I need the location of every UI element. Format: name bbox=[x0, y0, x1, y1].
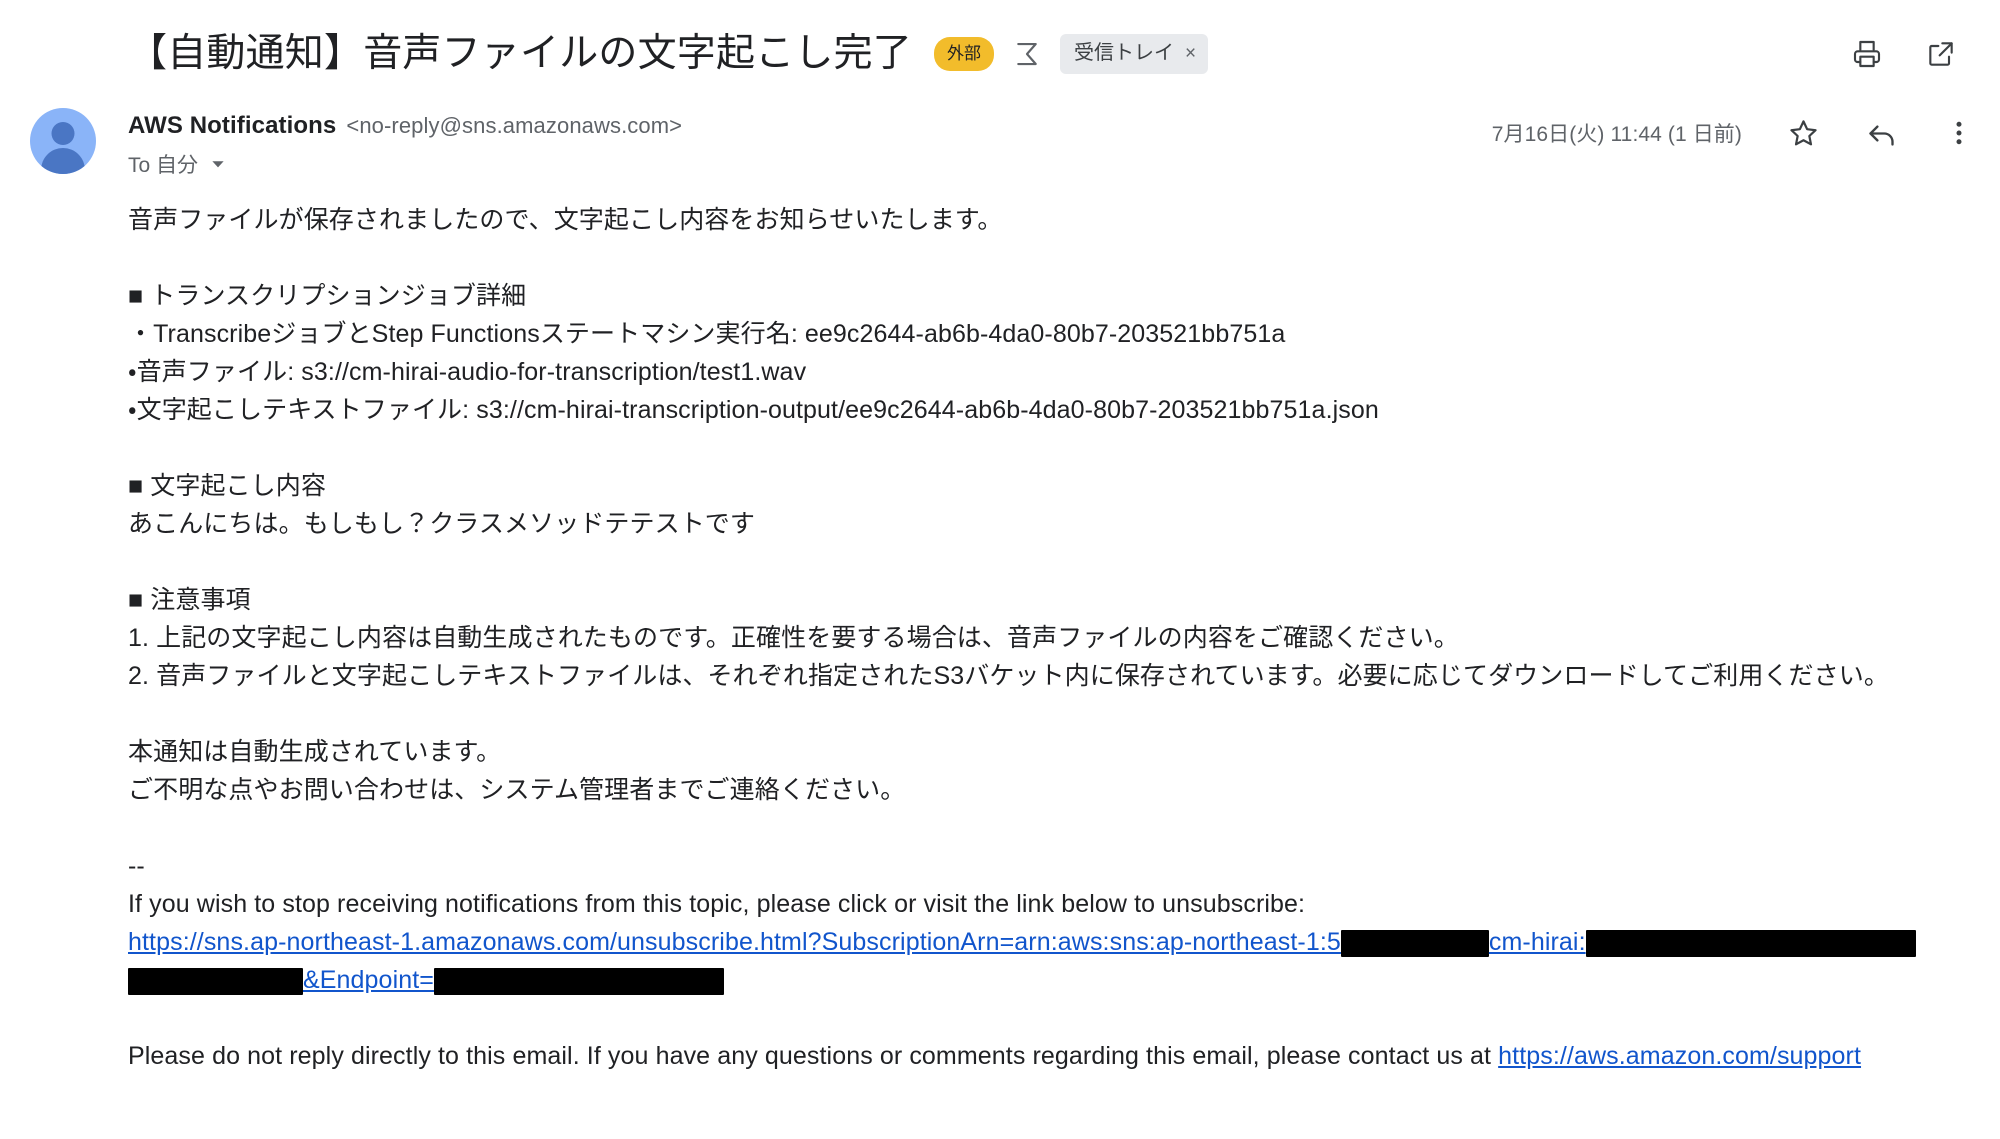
label-chip-inbox[interactable]: 受信トレイ × bbox=[1060, 34, 1209, 74]
reply-icon[interactable] bbox=[1864, 116, 1898, 150]
message-header: AWS Notifications <no-reply@sns.amazonaw… bbox=[0, 92, 2000, 179]
unsubscribe-intro: If you wish to stop receiving notificati… bbox=[128, 890, 1306, 918]
subject-row: 【自動通知】音声ファイルの文字起こし完了 外部 受信トレイ × bbox=[0, 0, 2000, 92]
recipient-label: To 自分 bbox=[128, 154, 199, 177]
redaction-bar bbox=[433, 967, 724, 995]
message-body-text: 音声ファイルが保存されましたので、文字起こし内容をお知らせいたします。 ■ トラ… bbox=[128, 201, 1976, 1075]
section-title-job: ■ トランスクリプションジョブ詳細 bbox=[128, 282, 527, 310]
redaction-bar bbox=[1585, 929, 1916, 957]
redaction-bar bbox=[1340, 929, 1489, 957]
sender-email: <no-reply@sns.amazonaws.com> bbox=[346, 113, 683, 138]
note-item-2: 2. 音声ファイルと文字起こしテキストファイルは、それぞれ指定されたS3バケット… bbox=[128, 662, 1889, 690]
sigma-thread-icon bbox=[1012, 39, 1042, 69]
unsubscribe-link-part3[interactable]: &Endpoint= bbox=[303, 966, 434, 994]
section-title-notes: ■ 注意事項 bbox=[128, 586, 251, 614]
support-link[interactable]: https://aws.amazon.com/support bbox=[1498, 1042, 1861, 1070]
label-chip-text: 受信トレイ bbox=[1074, 42, 1175, 64]
subject-actions bbox=[1850, 37, 1976, 71]
signature-separator: -- bbox=[128, 852, 145, 880]
external-badge: 外部 bbox=[934, 37, 995, 71]
chevron-down-icon[interactable] bbox=[209, 155, 227, 173]
sender-name[interactable]: AWS Notifications bbox=[128, 112, 336, 140]
print-icon[interactable] bbox=[1850, 37, 1884, 71]
recipient-line[interactable]: To 自分 bbox=[128, 149, 1492, 179]
contact-support-text: Please do not reply directly to this ema… bbox=[128, 1042, 1499, 1070]
timestamp: 7月16日(火) 11:44 (1 日前) bbox=[1491, 123, 1742, 146]
message-meta-actions: 7月16日(火) 11:44 (1 日前) bbox=[1492, 106, 1976, 150]
avatar bbox=[30, 108, 96, 174]
unsubscribe-link-part2[interactable]: cm-hirai: bbox=[1489, 928, 1586, 956]
unsubscribe-link-part1[interactable]: https://sns.ap-northeast-1.amazonaws.com… bbox=[128, 928, 1341, 956]
avatar-head bbox=[51, 122, 75, 145]
job-line-audio-file: ・音声ファイル: s3://cm-hirai-audio-for-transcr… bbox=[128, 358, 807, 386]
sender-block: AWS Notifications <no-reply@sns.amazonaw… bbox=[128, 106, 1492, 179]
section-title-transcript: ■ 文字起こし内容 bbox=[128, 472, 326, 500]
star-icon[interactable] bbox=[1786, 116, 1820, 150]
more-vert-icon[interactable] bbox=[1942, 116, 1976, 150]
body-intro: 音声ファイルが保存されましたので、文字起こし内容をお知らせいたします。 bbox=[128, 206, 1003, 234]
sender-line: AWS Notifications <no-reply@sns.amazonaw… bbox=[128, 112, 1492, 140]
unsubscribe-link[interactable]: https://sns.ap-northeast-1.amazonaws.com… bbox=[128, 923, 1976, 999]
redaction-bar bbox=[128, 967, 303, 995]
open-in-new-icon[interactable] bbox=[1924, 37, 1958, 71]
job-line-transcript-file: ・文字起こしテキストファイル: s3://cm-hirai-transcript… bbox=[128, 396, 1379, 424]
note-item-1: 1. 上記の文字起こし内容は自動生成されたものです。正確性を要する場合は、音声フ… bbox=[128, 624, 1459, 652]
close-icon[interactable]: × bbox=[1185, 44, 1196, 63]
job-line-execution-name: ・TranscribeジョブとStep Functionsステートマシン実行名:… bbox=[128, 320, 1286, 348]
auto-generated-note: 本通知は自動生成されています。 bbox=[128, 738, 502, 766]
page-title: 【自動通知】音声ファイルの文字起こし完了 bbox=[128, 31, 913, 75]
avatar-body bbox=[41, 148, 85, 174]
contact-support-line: Please do not reply directly to this ema… bbox=[128, 1037, 1976, 1075]
contact-admin-note: ご不明な点やお問い合わせは、システム管理者までご連絡ください。 bbox=[128, 776, 906, 804]
transcript-content: あこんにちは。もしもし？クラスメソッドテテストです bbox=[128, 510, 756, 538]
email-message-view: 【自動通知】音声ファイルの文字起こし完了 外部 受信トレイ × AWS Noti… bbox=[0, 0, 2000, 1139]
message-body: 音声ファイルが保存されましたので、文字起こし内容をお知らせいたします。 ■ トラ… bbox=[0, 179, 2000, 1075]
